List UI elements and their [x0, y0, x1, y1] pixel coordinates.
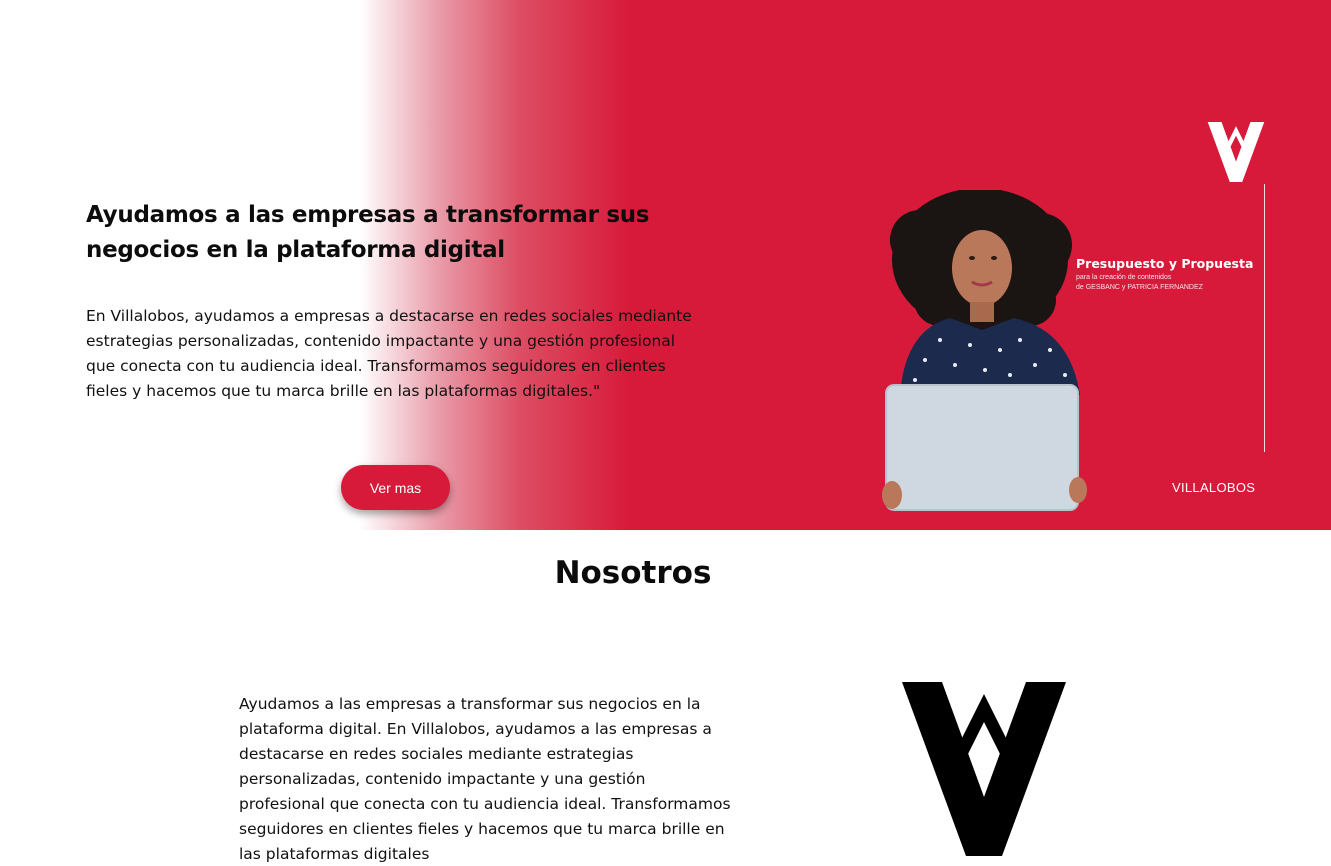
- villalobos-logo-icon: [1207, 122, 1265, 182]
- promo-subtitle: para la creación de contenidos de GESBAN…: [1076, 273, 1256, 293]
- promo-subtitle-line1: para la creación de contenidos: [1076, 274, 1172, 281]
- promo-subtitle-line2: de GESBANC y PATRICIA FERNANDEZ: [1076, 284, 1203, 291]
- ver-mas-button[interactable]: Ver mas: [341, 465, 450, 510]
- about-description: Ayudamos a las empresas a transformar su…: [239, 695, 731, 863]
- divider-line: [1264, 184, 1265, 452]
- hero-banner: Ayudamos a las empresas a transformar su…: [0, 0, 1331, 530]
- woman-with-laptop-image: [882, 190, 1087, 511]
- hero-title: Ayudamos a las empresas a transformar su…: [86, 202, 650, 263]
- promo-title: Presupuesto y Propuesta: [1076, 256, 1254, 271]
- brand-wordmark: VILLALOBOS: [1172, 480, 1256, 495]
- about-section-title: Nosotros: [554, 555, 712, 591]
- hero-description: En Villalobos, ayudamos a empresas a des…: [86, 307, 692, 400]
- villalobos-logo-icon: [902, 682, 1066, 856]
